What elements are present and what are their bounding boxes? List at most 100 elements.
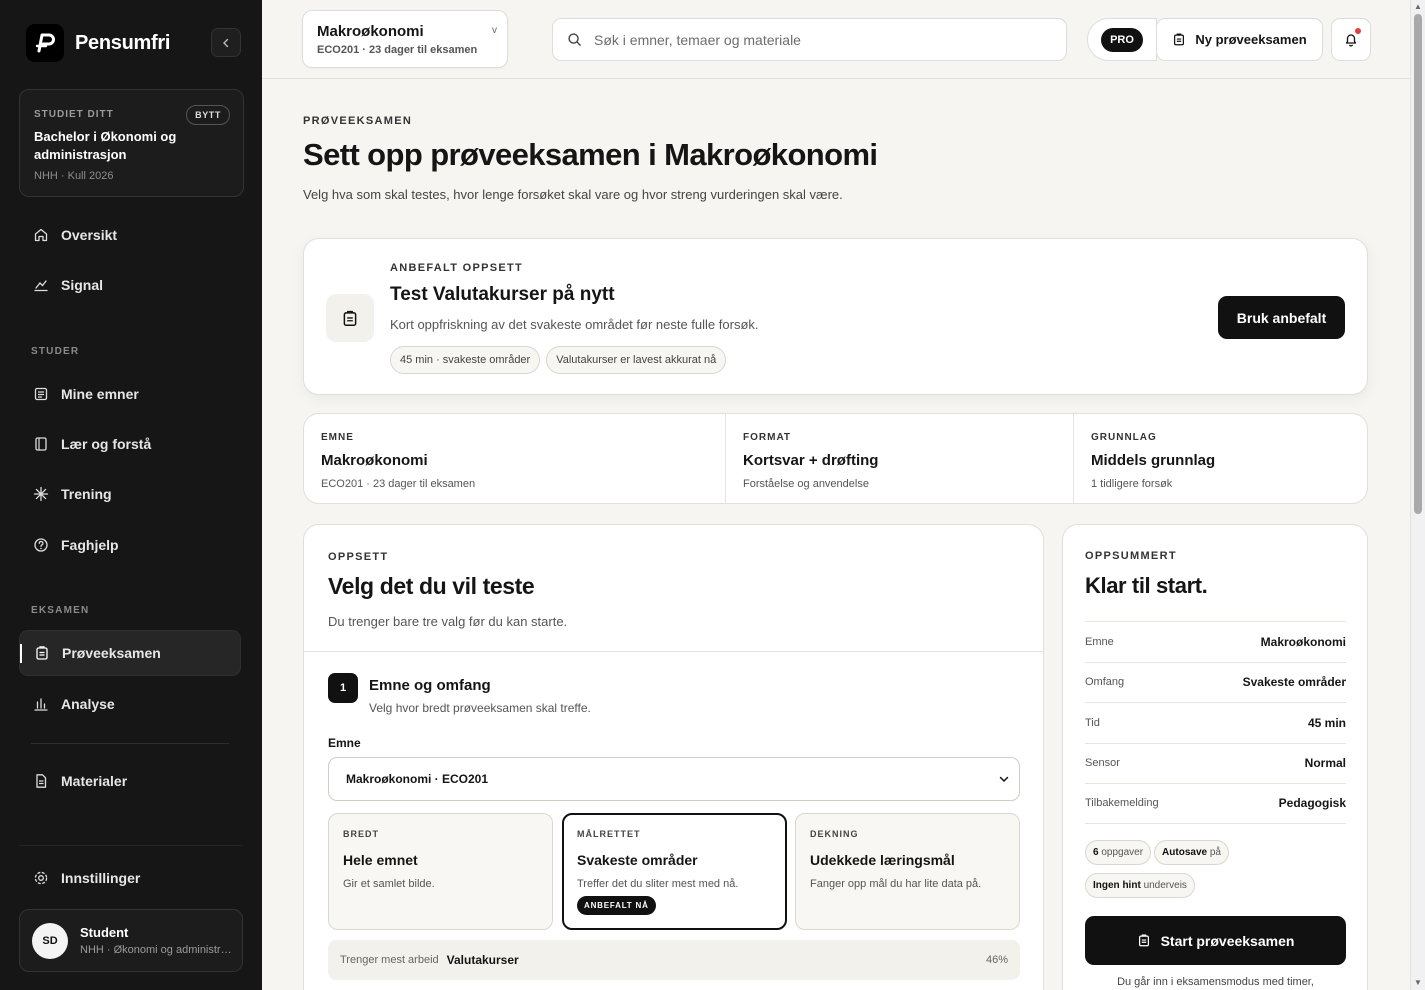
chip-strong: Autosave <box>1162 847 1208 858</box>
scroll-up-icon[interactable]: ▲ <box>1414 2 1422 11</box>
recommended-card: ANBEFALT OPPSETT Test Valutakurser på ny… <box>303 238 1368 395</box>
course-select[interactable]: Makroøkonomi · ECO201 <box>328 757 1020 801</box>
summary-key: Sensor <box>1085 757 1120 770</box>
summary-card: OPPSUMMERT Klar til start. Emne Makroøkon… <box>1062 524 1368 990</box>
nav-item-proveeksamen[interactable]: Prøveeksamen <box>19 630 241 676</box>
notifications-button[interactable] <box>1331 18 1371 61</box>
summary-row: Omfang Svakeste områder <box>1085 661 1346 703</box>
scope-option-hele-emnet[interactable]: BREDT Hele emnet Gir et samlet bilde. <box>328 813 553 930</box>
setup-card: OPPSETT Velg det du vil teste Du trenger… <box>303 524 1044 990</box>
info-label: FORMAT <box>743 432 792 443</box>
scrollbar-thumb[interactable] <box>1414 14 1422 514</box>
summary-chip: Autosave på <box>1154 840 1229 865</box>
search-input[interactable] <box>594 31 1054 48</box>
switch-study-button[interactable]: BYTT <box>186 105 230 125</box>
summary-chips: 6 oppgaver Autosave på Ingen hint undervei… <box>1085 840 1346 906</box>
nav-item-materialer[interactable]: Materialer <box>19 758 241 804</box>
info-label: EMNE <box>321 432 354 443</box>
chip-text: oppgaver <box>1101 847 1144 858</box>
logo[interactable]: Pensumfri <box>26 24 170 62</box>
info-cell-emne: EMNE Makroøkonomi ECO201 · 23 dager til … <box>304 414 726 503</box>
nav-item-label: Faghjelp <box>61 537 119 553</box>
nav-item-faghjelp[interactable]: Faghjelp <box>19 522 241 568</box>
needs-work-label: Trenger mest arbeid <box>340 954 439 966</box>
info-sub: 1 tidligere forsøk <box>1091 478 1173 490</box>
home-icon <box>34 228 48 242</box>
summary-value: Makroøkonomi <box>1260 634 1346 649</box>
course-selector[interactable]: Makroøkonomi ECO201 · 23 dager til eksam… <box>302 10 508 68</box>
info-label: GRUNNLAG <box>1091 432 1157 443</box>
option-desc: Treffer det du sliter mest med nå. <box>577 878 739 890</box>
nav-item-label: Analyse <box>61 696 115 712</box>
nav-item-mine-emner[interactable]: Mine emner <box>19 371 241 417</box>
use-recommended-button[interactable]: Bruk anbefalt <box>1218 296 1345 339</box>
page-scrollbar[interactable]: ▲ ▼ <box>1410 0 1425 990</box>
summary-row: Tilbakemelding Pedagogisk <box>1085 783 1346 824</box>
recommended-chip: Valutakurser er lavest akkurat nå <box>546 346 727 374</box>
exam-icon <box>36 646 48 660</box>
option-title: Svakeste områder <box>577 852 698 868</box>
pro-badge-container[interactable]: PRO <box>1087 18 1157 61</box>
nav-item-label: Prøveeksamen <box>62 645 161 661</box>
sparkle-icon <box>33 486 49 502</box>
nav-item-analyse[interactable]: Analyse <box>19 681 241 727</box>
gear-icon <box>34 871 48 885</box>
setup-divider <box>304 651 1043 652</box>
nav-item-label: Signal <box>61 277 104 293</box>
pro-badge: PRO <box>1101 27 1143 52</box>
new-exam-label: Ny prøveeksamen <box>1195 32 1307 47</box>
recommended-badge: ANBEFALT NÅ <box>577 896 656 915</box>
summary-key: Omfang <box>1085 676 1125 689</box>
nav-item-label: Materialer <box>61 773 128 789</box>
recommended-title: Test Valutakurser på nytt <box>390 284 615 305</box>
exam-info-row: EMNE Makroøkonomi ECO201 · 23 dager til … <box>303 413 1368 504</box>
summary-row: Tid 45 min <box>1085 702 1346 743</box>
sidebar-divider <box>31 743 229 744</box>
recommended-desc: Kort oppfriskning av det svakeste område… <box>390 317 759 332</box>
exam-icon <box>1138 934 1149 947</box>
nav-item-label: Oversikt <box>61 227 118 243</box>
option-title: Udekkede læringsmål <box>810 852 955 868</box>
option-title: Hele emnet <box>343 852 418 868</box>
chevron-left-icon <box>223 38 229 47</box>
collapse-sidebar-button[interactable] <box>211 28 241 57</box>
course-field-label: Emne <box>328 736 361 750</box>
summary-eyebrow: OPPSUMMERT <box>1085 550 1177 562</box>
nav-item-oversikt[interactable]: Oversikt <box>19 212 241 258</box>
search-bar[interactable] <box>552 18 1067 61</box>
nav-item-innstillinger[interactable]: Innstillinger <box>19 855 241 901</box>
section-label-eksamen: EKSAMEN <box>31 605 90 616</box>
scroll-down-icon[interactable]: ▼ <box>1414 978 1422 987</box>
info-cell-grunnlag: GRUNNLAG Middels grunnlag 1 tidligere fo… <box>1074 414 1367 503</box>
option-eyebrow: MÅLRETTET <box>577 829 641 839</box>
nav-item-trening[interactable]: Trening <box>19 471 241 517</box>
start-exam-button[interactable]: Start prøveeksamen <box>1085 916 1346 965</box>
study-title: Bachelor i Økonomi og administrasjon <box>34 129 177 162</box>
summary-key: Tilbakemelding <box>1085 797 1159 810</box>
summary-title: Klar til start. <box>1085 573 1208 598</box>
option-desc: Fanger opp mål du har lite data på. <box>810 878 982 890</box>
summary-value: 45 min <box>1307 715 1346 730</box>
info-sub: ECO201 · 23 dager til eksamen <box>321 478 476 490</box>
option-eyebrow: BREDT <box>343 829 379 839</box>
user-card[interactable]: SD Student NHH · Økonomi og administrasj… <box>19 909 243 972</box>
book-icon <box>35 437 47 451</box>
info-value: Makroøkonomi <box>321 452 428 469</box>
summary-row: Sensor Normal <box>1085 742 1346 784</box>
chip-strong: 6 <box>1093 847 1099 858</box>
summary-rows: Emne Makroøkonomi Omfang Svakeste områder … <box>1085 621 1346 824</box>
new-exam-button[interactable]: Ny prøveeksamen <box>1156 18 1323 61</box>
user-name: Student <box>80 925 129 940</box>
scope-option-udekkede-laeringsmal[interactable]: DEKNING Udekkede læringsmål Fanger opp m… <box>795 813 1020 930</box>
option-desc: Gir et samlet bilde. <box>343 878 435 890</box>
nav-item-laer-og-forsta[interactable]: Lær og forstå <box>19 421 241 467</box>
setup-title: Velg det du vil teste <box>328 573 535 599</box>
summary-chip: 6 oppgaver <box>1085 840 1152 865</box>
scope-option-svakeste-omrader[interactable]: MÅLRETTET Svakeste områder Treffer det d… <box>562 813 787 930</box>
chip-text: på <box>1209 847 1221 858</box>
nav-item-signal[interactable]: Signal <box>19 262 241 308</box>
summary-value: Normal <box>1304 756 1346 771</box>
page-subtitle: Velg hva som skal testes, hvor lenge for… <box>303 187 843 202</box>
bar-chart-icon <box>34 698 48 711</box>
summary-chip: Ingen hint underveis <box>1085 873 1195 898</box>
